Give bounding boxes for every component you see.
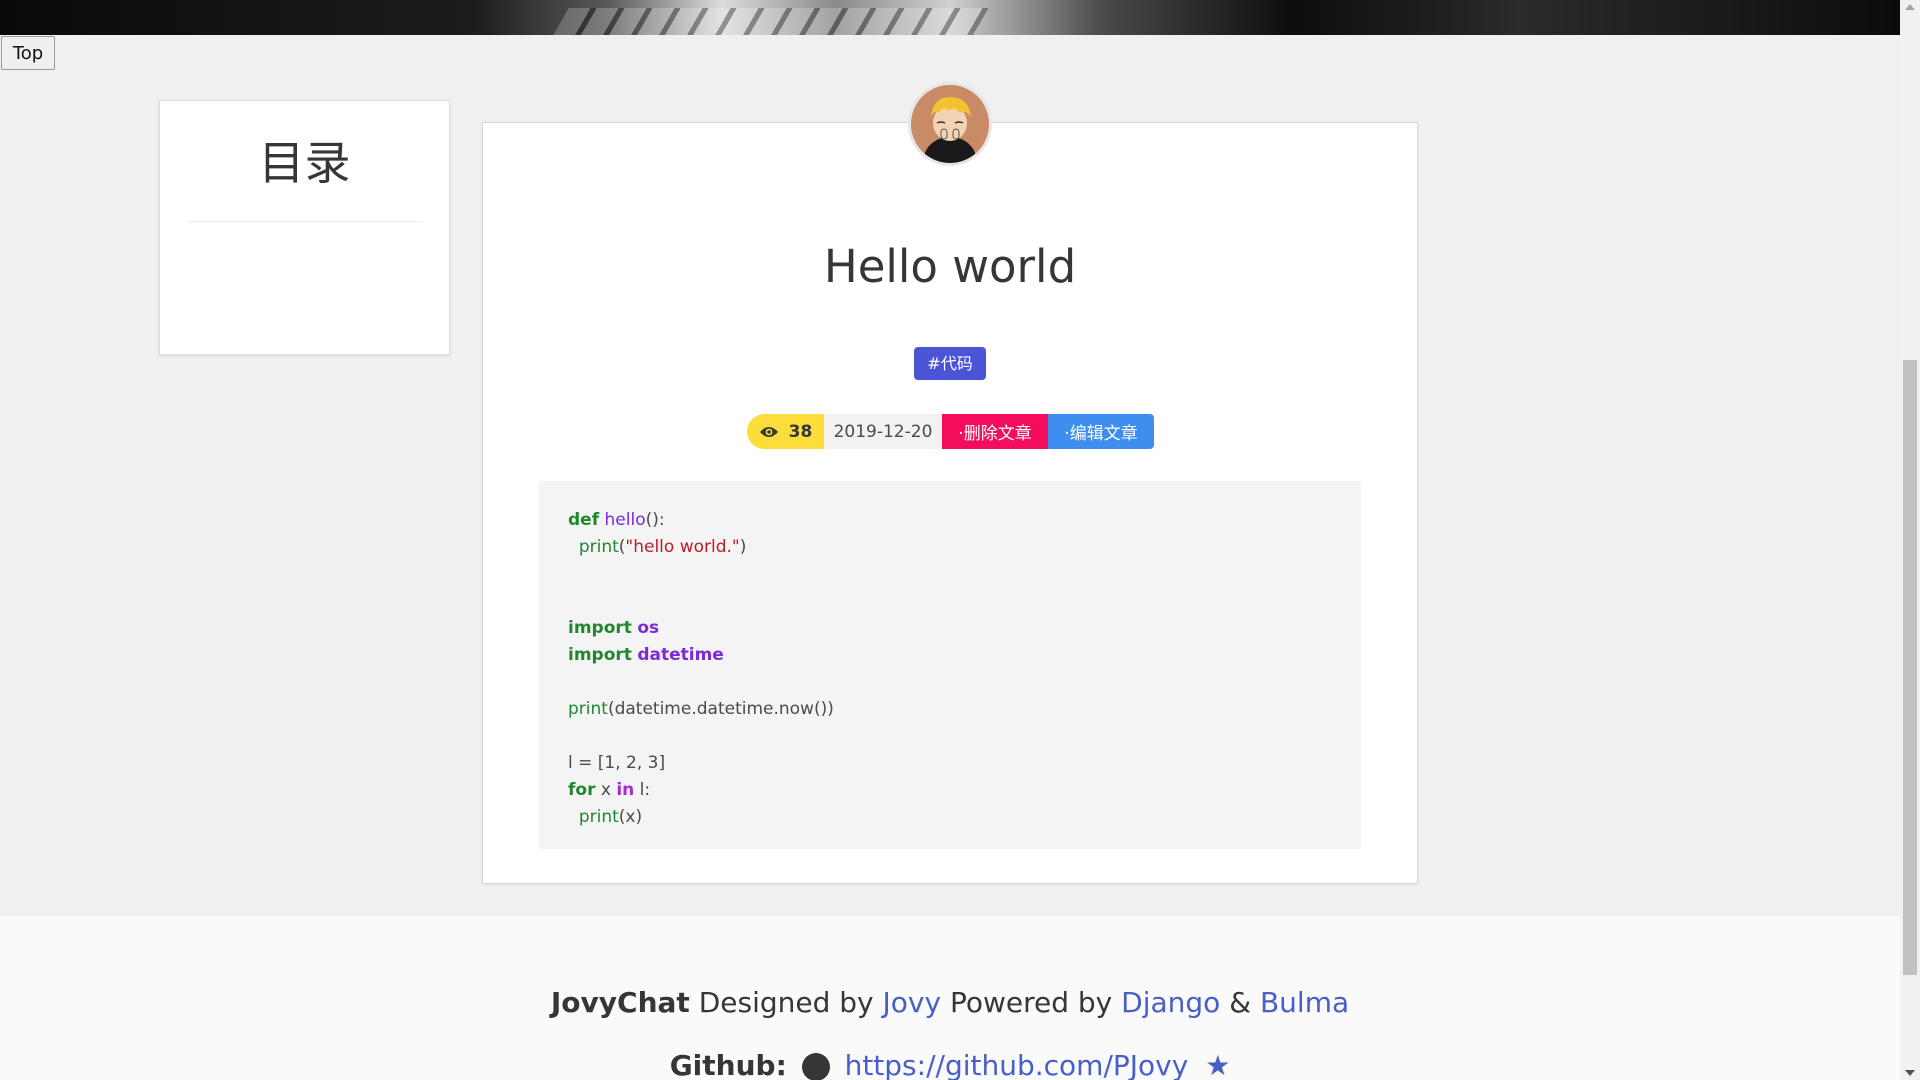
toc-divider: [188, 221, 421, 222]
cartoon-avatar-icon: [911, 85, 989, 163]
code-keyword: for: [568, 780, 596, 800]
code-line: print(x): [568, 804, 1332, 831]
post-date: 2019-12-20: [824, 414, 942, 449]
code-line: print("hello world."): [568, 534, 1332, 561]
footer-github: Github: https://github.com/PJovy ★: [0, 1049, 1900, 1080]
scroll-down-arrow-icon[interactable]: [1905, 1070, 1915, 1076]
edit-post-button[interactable]: ·编辑文章: [1048, 414, 1154, 449]
footer-powered-by: Powered by: [949, 986, 1113, 1019]
footer-bulma-link[interactable]: Bulma: [1260, 986, 1349, 1019]
views-count: 38: [788, 421, 813, 442]
top-button[interactable]: Top: [1, 36, 55, 70]
code-builtin: print: [578, 537, 619, 557]
footer-credits: JovyChat Designed by Jovy Powered by Dja…: [0, 986, 1900, 1019]
footer-author-link[interactable]: Jovy: [883, 986, 942, 1019]
footer: JovyChat Designed by Jovy Powered by Dja…: [0, 916, 1900, 1080]
scroll-up-arrow-icon[interactable]: [1905, 4, 1915, 10]
code-line: import datetime: [568, 642, 1332, 669]
code-line: print(datetime.datetime.now()): [568, 696, 1332, 723]
scrollbar[interactable]: [1900, 0, 1920, 1080]
code-keyword: import: [568, 618, 632, 638]
author-avatar: [908, 82, 992, 166]
hero-banner: [0, 0, 1900, 35]
code-line: for x in l:: [568, 777, 1332, 804]
footer-designed-by: Designed by: [698, 986, 874, 1019]
code-operator: in: [616, 780, 635, 800]
keyboard-image: [551, 8, 989, 35]
footer-django-link[interactable]: Django: [1121, 986, 1220, 1019]
toc-panel: 目录: [159, 100, 450, 355]
footer-amp: &: [1229, 986, 1252, 1019]
code-line: l = [1, 2, 3]: [568, 753, 666, 773]
post-title: Hello world: [823, 240, 1077, 293]
code-builtin: print: [578, 807, 619, 827]
views-badge: 38: [747, 414, 824, 449]
code-line: def hello():: [568, 507, 1332, 534]
code-text: ():: [645, 510, 665, 530]
code-module: os: [637, 618, 660, 638]
code-text: x: [595, 780, 617, 800]
toc-title: 目录: [258, 136, 351, 190]
code-module: datetime: [637, 645, 724, 665]
code-keyword: def: [568, 510, 600, 530]
code-line: import os: [568, 615, 1332, 642]
delete-post-button[interactable]: ·删除文章: [942, 414, 1048, 449]
footer-brand: JovyChat: [550, 986, 690, 1019]
star-icon: ★: [1205, 1049, 1231, 1080]
code-text: (datetime.datetime.now()): [607, 699, 834, 719]
footer-github-link[interactable]: https://github.com/PJovy: [845, 1049, 1189, 1080]
code-text: l:: [634, 780, 651, 800]
code-builtin: print: [568, 699, 608, 719]
eye-icon: [759, 426, 778, 437]
code-block: def hello(): print("hello world.") impor…: [539, 481, 1361, 849]
code-keyword: import: [568, 645, 632, 665]
post-meta: 38 2019-12-20 ·删除文章 ·编辑文章: [747, 414, 1154, 449]
scrollbar-thumb[interactable]: [1903, 360, 1917, 975]
code-string: "hello world.": [625, 537, 740, 557]
code-text: (x): [618, 807, 643, 827]
footer-github-label: Github:: [669, 1049, 787, 1080]
code-text: ): [739, 537, 747, 557]
code-function: hello: [604, 510, 646, 530]
post-tag[interactable]: #代码: [914, 347, 986, 380]
github-icon: [801, 1053, 830, 1080]
